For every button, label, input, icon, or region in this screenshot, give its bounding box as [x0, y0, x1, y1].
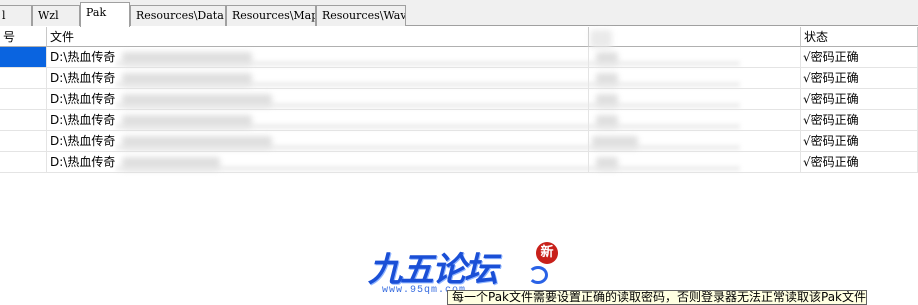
row-index [0, 89, 47, 110]
tab-pak[interactable]: Pak [80, 2, 130, 27]
row-index [0, 131, 47, 152]
row-status: √密码正确 [801, 152, 918, 173]
logo-text: 九五论坛 [368, 250, 498, 290]
swirl-icon [528, 266, 548, 284]
row-index [0, 152, 47, 173]
tab-strip: l Wzl Pak Resources\Data Resources\Map R… [0, 0, 918, 27]
row-index [0, 47, 47, 68]
row-status: √密码正确 [801, 47, 918, 68]
redaction-band [116, 45, 740, 177]
tab-resources-wav[interactable]: Resources\Wav [316, 5, 406, 26]
column-header-file[interactable]: 文件 [47, 27, 589, 47]
column-header-size[interactable] [589, 27, 801, 47]
row-status: √密码正确 [801, 131, 918, 152]
tab-l[interactable]: l [0, 5, 32, 26]
tab-wzl[interactable]: Wzl [32, 5, 80, 26]
row-status: √密码正确 [801, 89, 918, 110]
new-badge-icon: 新 [536, 242, 558, 264]
tab-resources-map[interactable]: Resources\Map [226, 5, 316, 26]
row-status: √密码正确 [801, 68, 918, 89]
column-header-index[interactable]: 号 [0, 27, 47, 47]
column-header-status[interactable]: 状态 [801, 27, 918, 47]
tab-resources-data[interactable]: Resources\Data [130, 5, 226, 26]
tooltip: 每一个Pak文件需要设置正确的读取密码，否则登录器无法正常读取该Pak文件 [447, 290, 867, 305]
row-index [0, 110, 47, 131]
row-status: √密码正确 [801, 110, 918, 131]
row-index [0, 68, 47, 89]
